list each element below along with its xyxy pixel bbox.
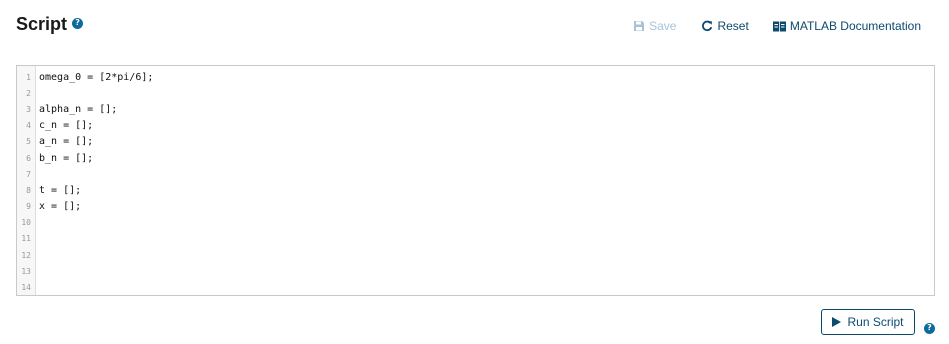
code-line[interactable]: 12 xyxy=(17,247,934,263)
run-script-label: Run Script xyxy=(847,315,904,329)
book-icon xyxy=(772,21,786,32)
code-line[interactable]: 9 x = []; xyxy=(17,199,934,215)
code-line[interactable]: 6 b_n = []; xyxy=(17,150,934,166)
code-line[interactable]: 11 xyxy=(17,231,934,247)
code-line[interactable]: 5 a_n = []; xyxy=(17,134,934,150)
code-line[interactable]: 2 xyxy=(17,85,934,101)
line-number: 9 xyxy=(26,202,31,212)
run-script-button[interactable]: Run Script xyxy=(821,309,915,335)
run-help: ? xyxy=(924,317,935,335)
save-icon xyxy=(633,20,645,32)
code-line[interactable]: 7 xyxy=(17,166,934,182)
line-number: 8 xyxy=(26,185,31,195)
code-text[interactable]: c_n = []; xyxy=(36,120,93,131)
line-number: 3 xyxy=(26,104,31,114)
code-text[interactable]: alpha_n = []; xyxy=(36,104,117,115)
line-number: 11 xyxy=(21,234,31,244)
line-number: 14 xyxy=(21,283,31,293)
line-number: 4 xyxy=(26,121,31,131)
save-label: Save xyxy=(649,19,677,33)
line-number: 1 xyxy=(26,72,31,82)
play-icon xyxy=(832,317,842,327)
code-line[interactable]: 13 xyxy=(17,263,934,279)
code-text[interactable]: b_n = []; xyxy=(36,153,93,164)
help-icon[interactable]: ? xyxy=(72,17,84,29)
code-line[interactable]: 3 alpha_n = []; xyxy=(17,101,934,117)
script-header: Script ? xyxy=(16,14,84,35)
code-text[interactable]: omega_0 = [2*pi/6]; xyxy=(36,72,153,83)
page-title: Script xyxy=(16,14,68,34)
reset-label: Reset xyxy=(717,19,749,33)
code-editor[interactable]: 1 omega_0 = [2*pi/6]; 2 3 alpha_n = []; 4 c_n … xyxy=(16,65,935,296)
save-button[interactable]: Save xyxy=(633,19,676,33)
line-number: 13 xyxy=(21,266,31,276)
code-line[interactable]: 10 xyxy=(17,215,934,231)
code-line[interactable]: 14 xyxy=(17,279,934,295)
line-number: 7 xyxy=(26,169,31,179)
help-icon[interactable]: ? xyxy=(924,322,935,334)
code-text[interactable]: a_n = []; xyxy=(36,136,93,147)
code-line[interactable]: 4 c_n = []; xyxy=(17,118,934,134)
code-text[interactable]: t = []; xyxy=(36,185,81,196)
line-number: 5 xyxy=(26,137,31,147)
reset-icon xyxy=(701,20,713,32)
code-line[interactable]: 1 omega_0 = [2*pi/6]; xyxy=(17,69,934,85)
editor-lines: 1 omega_0 = [2*pi/6]; 2 3 alpha_n = []; 4 c_n … xyxy=(17,69,934,295)
line-number: 6 xyxy=(26,153,31,163)
toolbar: Save Reset MATLAB Documentation xyxy=(633,19,921,33)
line-number: 10 xyxy=(21,218,31,228)
line-number: 2 xyxy=(26,88,31,98)
matlab-documentation-link[interactable]: MATLAB Documentation xyxy=(772,19,921,33)
reset-button[interactable]: Reset xyxy=(701,19,749,33)
code-text[interactable]: x = []; xyxy=(36,201,81,212)
line-number: 12 xyxy=(21,250,31,260)
doc-label: MATLAB Documentation xyxy=(789,19,921,33)
code-line[interactable]: 8 t = []; xyxy=(17,182,934,198)
